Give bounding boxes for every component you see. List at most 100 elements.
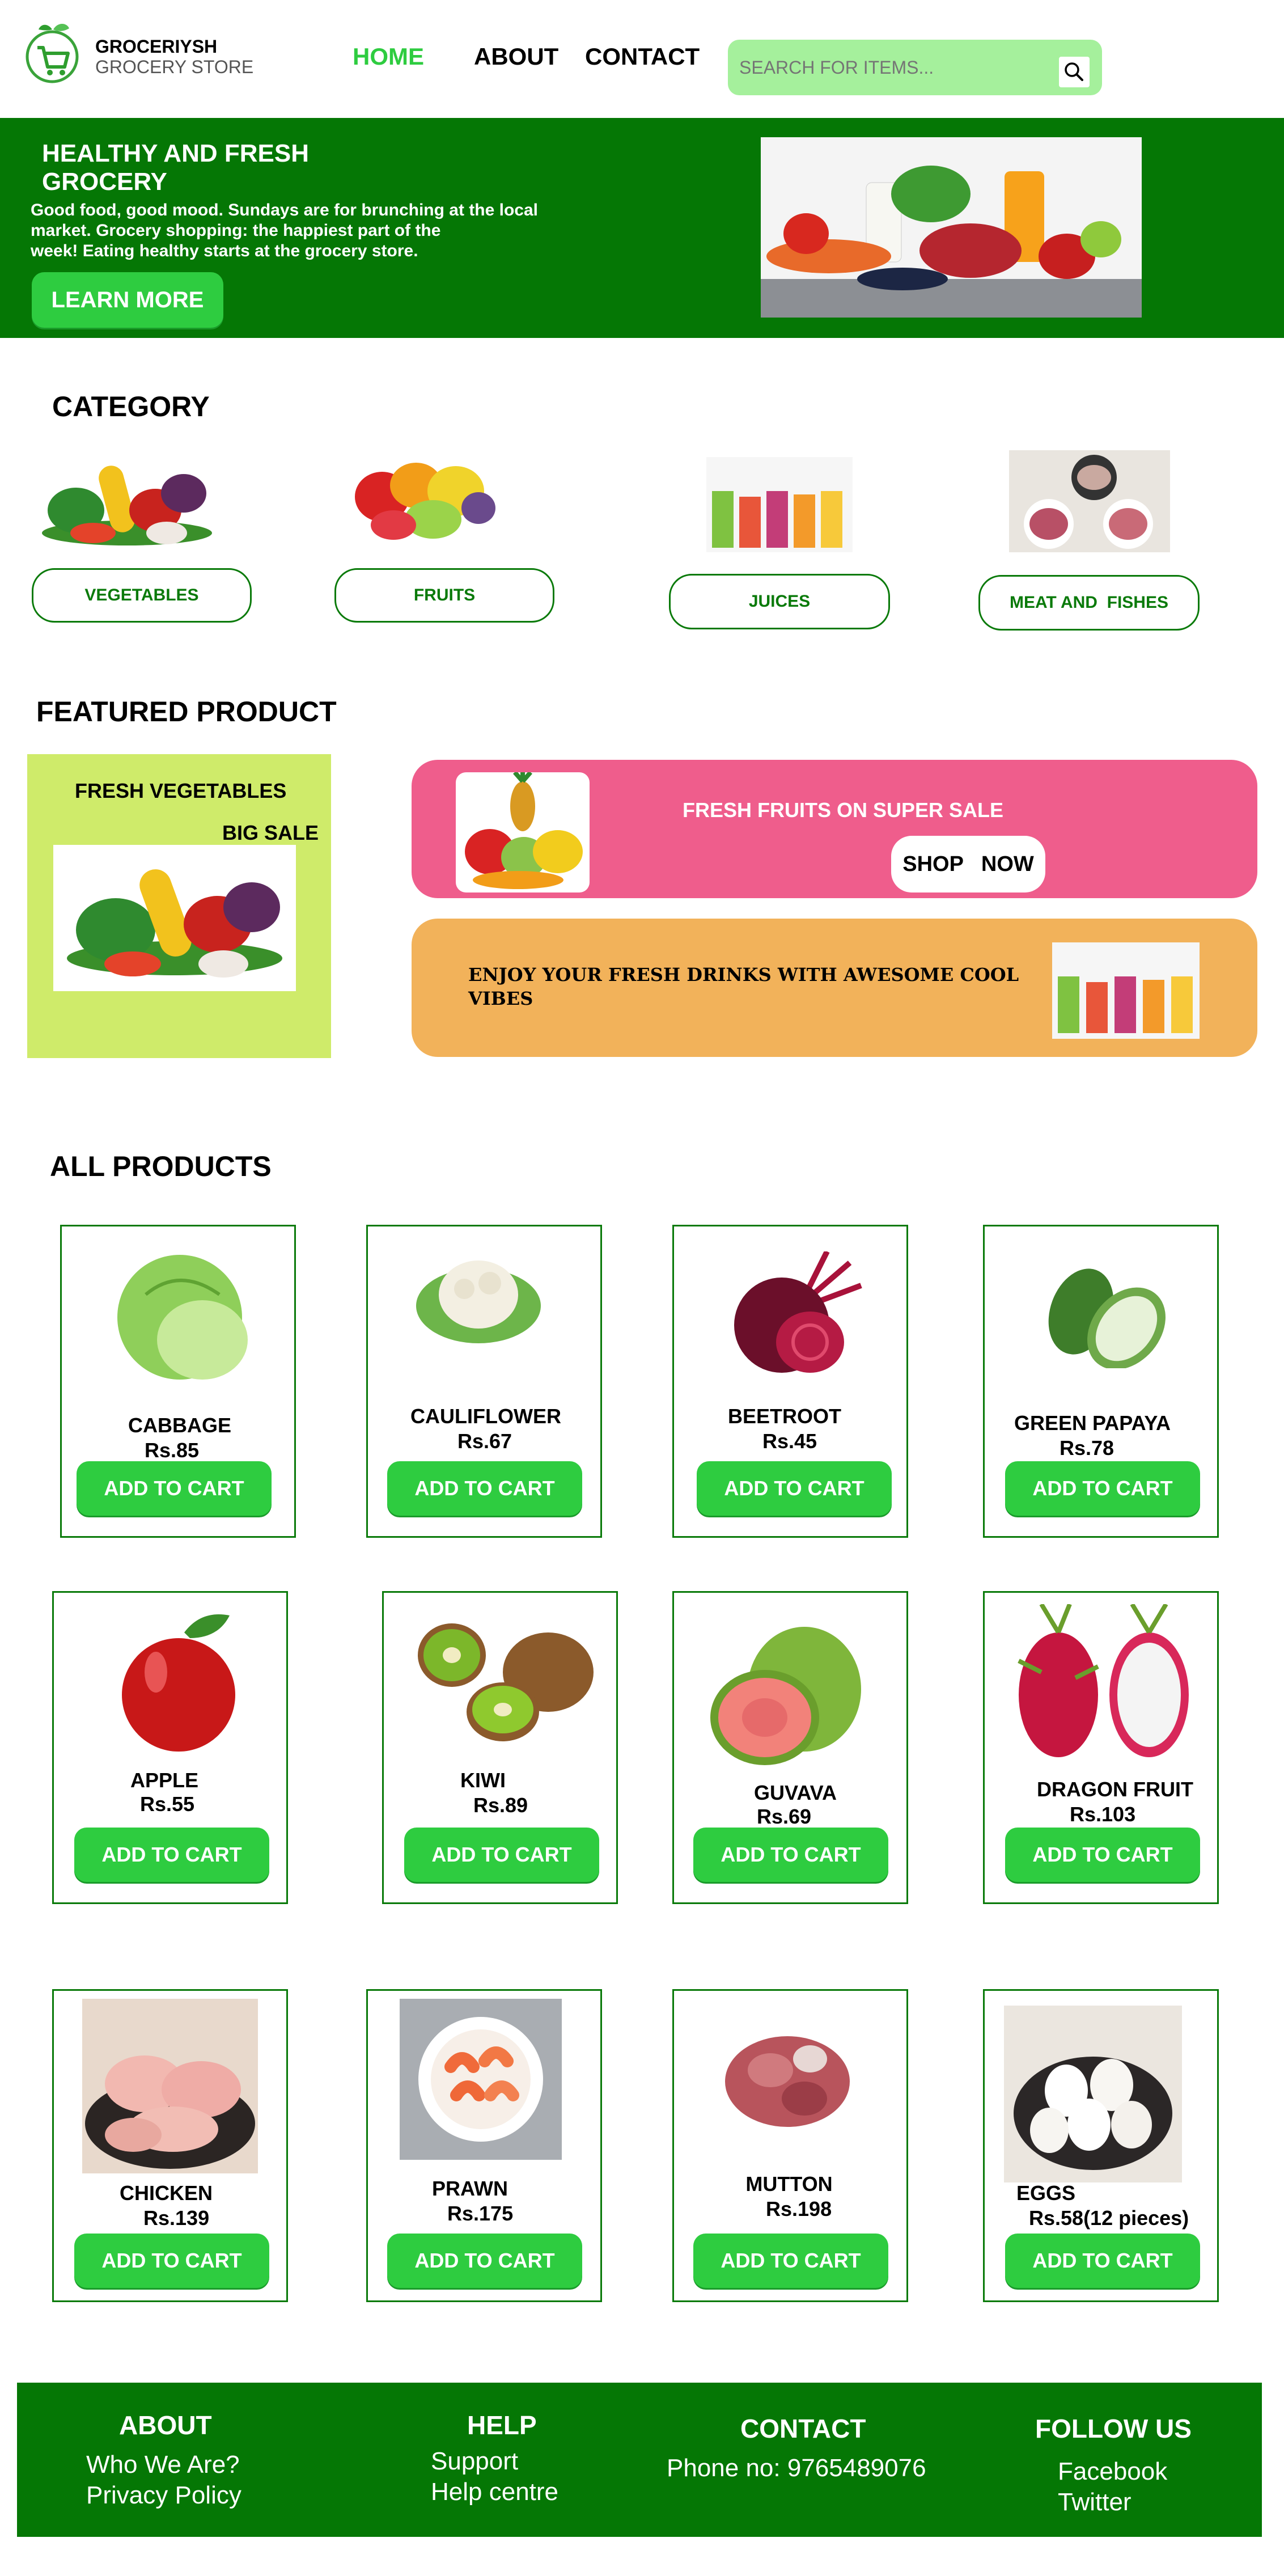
product-name: APPLE	[130, 1769, 199, 1792]
add-to-cart-button[interactable]: ADD TO CART	[74, 2234, 269, 2288]
product-price: Rs.139	[143, 2206, 210, 2230]
vegetables-image	[36, 448, 218, 549]
product-price: Rs.67	[457, 1429, 512, 1453]
product-price: Rs.175	[447, 2202, 514, 2225]
add-to-cart-button[interactable]: ADD TO CART	[1005, 1828, 1200, 1882]
hero-banner: HEALTHY AND FRESH GROCERY Good food, goo…	[0, 118, 1284, 338]
product-price: Rs.58(12 pieces)	[1029, 2206, 1189, 2230]
product-name: BEETROOT	[727, 1405, 841, 1428]
search-input[interactable]	[739, 52, 1045, 83]
featured-vegetables-card[interactable]: FRESH VEGETABLES BIG SALE	[27, 754, 331, 1058]
footer-support-link[interactable]: Support	[431, 2447, 518, 2476]
learn-more-button[interactable]: LEARN MORE	[32, 272, 223, 328]
mutton-image	[719, 2019, 855, 2133]
product-card-green-papaya: GREEN PAPAYA Rs.78 ADD TO CART	[983, 1225, 1219, 1538]
hero-groceries-image	[761, 137, 1142, 318]
juices-image	[706, 457, 853, 552]
footer-help-centre-link[interactable]: Help centre	[431, 2478, 558, 2506]
category-fruits-button[interactable]: FRUITS	[334, 568, 554, 623]
brand-tagline: GROCERY STORE	[95, 57, 254, 77]
product-name: EGGS	[1016, 2181, 1076, 2205]
nav-contact-link[interactable]: CONTACT	[585, 43, 700, 70]
product-name: CAULIFLOWER	[410, 1405, 561, 1428]
product-name: KIWI	[460, 1769, 506, 1792]
add-to-cart-button[interactable]: ADD TO CART	[387, 1461, 582, 1516]
featured-fruits-image	[456, 772, 590, 892]
featured-fruits-title: FRESH FRUITS ON SUPER SALE	[683, 798, 1004, 822]
kiwi-image	[406, 1615, 599, 1746]
logo-icon[interactable]	[25, 22, 79, 84]
footer-privacy-policy-link[interactable]: Privacy Policy	[86, 2481, 241, 2510]
product-price: Rs.78	[1060, 1436, 1115, 1460]
guava-image	[702, 1621, 867, 1774]
product-card-dragon-fruit: DRAGON FRUIT Rs.103 ADD TO CART	[983, 1591, 1219, 1904]
featured-veg-title: FRESH VEGETABLES	[75, 779, 287, 802]
footer-who-we-are-link[interactable]: Who We Are?	[86, 2451, 240, 2479]
product-card-cauliflower: CAULIFLOWER Rs.67 ADD TO CART	[366, 1225, 602, 1538]
footer-about-title: ABOUT	[119, 2410, 212, 2440]
footer-help-title: HELP	[467, 2410, 537, 2440]
featured-title: FEATURED PRODUCT	[36, 696, 337, 727]
brand-name: GROCERIYSH	[95, 36, 218, 57]
site-footer: ABOUT Who We Are? Privacy Policy HELP Su…	[17, 2383, 1262, 2537]
add-to-cart-button[interactable]: ADD TO CART	[693, 1828, 888, 1882]
search-button[interactable]	[1059, 57, 1090, 87]
category-vegetables-button[interactable]: VEGETABLES	[32, 568, 252, 623]
add-to-cart-button[interactable]: ADD TO CART	[404, 1828, 599, 1882]
featured-drinks-line2: VIBES	[468, 988, 533, 1009]
fruits-image	[348, 451, 498, 542]
footer-facebook-link[interactable]: Facebook	[1058, 2457, 1167, 2486]
add-to-cart-button[interactable]: ADD TO CART	[693, 2234, 888, 2288]
site-header: GROCERIYSH GROCERY STORE HOME ABOUT CONT…	[0, 0, 1284, 118]
product-price: Rs.198	[766, 2197, 832, 2220]
shop-now-button[interactable]: SHOP NOW	[891, 836, 1045, 892]
category-meat-fish-button[interactable]: MEAT AND FISHES	[978, 575, 1200, 631]
hero-text-line2: market. Grocery shopping: the happiest p…	[31, 221, 441, 240]
product-card-chicken: CHICKEN Rs.139 ADD TO CART	[52, 1989, 288, 2302]
hero-title-line1: HEALTHY AND FRESH	[42, 139, 309, 167]
product-card-guava: GUVAVA Rs.69 ADD TO CART	[672, 1591, 908, 1904]
featured-veg-image	[53, 845, 296, 991]
nav-about-link[interactable]: ABOUT	[474, 43, 558, 70]
product-name: GREEN PAPAYA	[1014, 1411, 1171, 1435]
cauliflower-image	[413, 1249, 544, 1346]
apple-image	[116, 1610, 247, 1757]
search-icon	[1065, 62, 1083, 81]
product-card-kiwi: KIWI Rs.89 ADD TO CART	[382, 1591, 618, 1904]
add-to-cart-button[interactable]: ADD TO CART	[697, 1461, 892, 1516]
featured-fruits-banner[interactable]: FRESH FRUITS ON SUPER SALE SHOP NOW	[412, 760, 1257, 898]
chicken-image	[82, 1999, 258, 2173]
nav-home-link[interactable]: HOME	[353, 43, 424, 70]
product-price: Rs.89	[473, 1794, 528, 1817]
footer-twitter-link[interactable]: Twitter	[1058, 2488, 1132, 2516]
add-to-cart-button[interactable]: ADD TO CART	[1005, 1461, 1200, 1516]
add-to-cart-button[interactable]: ADD TO CART	[387, 2234, 582, 2288]
product-card-apple: APPLE Rs.55 ADD TO CART	[52, 1591, 288, 1904]
featured-drinks-image	[1052, 942, 1200, 1039]
product-name: PRAWN	[432, 2177, 508, 2200]
footer-phone: Phone no: 9765489076	[667, 2454, 926, 2482]
footer-contact-title: CONTACT	[740, 2414, 866, 2443]
eggs-image	[1004, 2006, 1182, 2182]
featured-veg-sale: BIG SALE	[222, 821, 319, 844]
product-card-beetroot: BEETROOT Rs.45 ADD TO CART	[672, 1225, 908, 1538]
product-card-cabbage: CABBAGE Rs.85 ADD TO CART	[60, 1225, 296, 1538]
meat-fish-image	[1009, 450, 1170, 552]
hero-text-line1: Good food, good mood. Sundays are for br…	[31, 201, 539, 219]
beetroot-image	[714, 1251, 867, 1376]
add-to-cart-button[interactable]: ADD TO CART	[74, 1828, 269, 1882]
category-title: CATEGORY	[52, 391, 210, 422]
dragon-fruit-image	[1007, 1604, 1200, 1763]
category-juices-button[interactable]: JUICES	[669, 574, 890, 629]
cabbage-image	[112, 1243, 253, 1391]
product-price: Rs.69	[757, 1805, 812, 1828]
featured-drinks-line1: ENJOY YOUR FRESH DRINKS WITH AWESOME COO…	[468, 964, 1019, 985]
hero-text-line3: week! Eating healthy starts at the groce…	[31, 242, 418, 260]
green-papaya-image	[1036, 1266, 1172, 1368]
prawn-image	[400, 1999, 562, 2160]
product-price: Rs.45	[762, 1429, 817, 1453]
featured-drinks-banner[interactable]: ENJOY YOUR FRESH DRINKS WITH AWESOME COO…	[412, 919, 1257, 1057]
add-to-cart-button[interactable]: ADD TO CART	[1005, 2234, 1200, 2288]
product-price: Rs.103	[1070, 1803, 1136, 1826]
add-to-cart-button[interactable]: ADD TO CART	[77, 1461, 272, 1516]
